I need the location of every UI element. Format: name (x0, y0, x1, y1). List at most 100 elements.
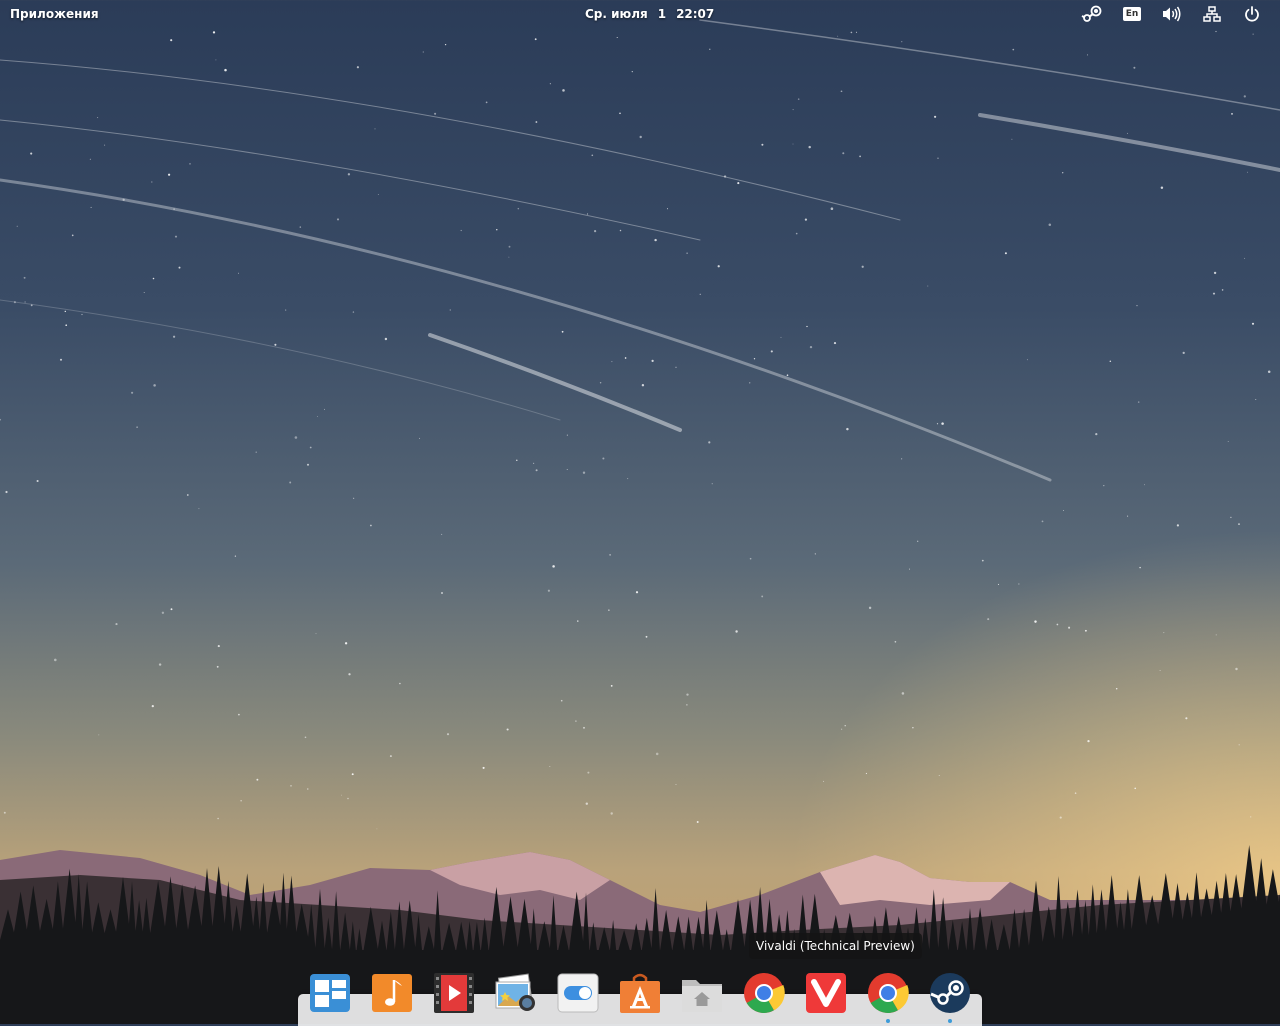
star (1227, 441, 1229, 443)
star (441, 533, 443, 535)
star (422, 51, 424, 53)
star (753, 358, 756, 360)
steam-indicator[interactable] (1072, 3, 1112, 25)
star (699, 293, 701, 295)
star (792, 143, 794, 145)
star (675, 366, 677, 368)
star (517, 207, 520, 210)
star (1056, 623, 1059, 626)
keyboard-layout-indicator[interactable]: En (1112, 3, 1152, 25)
star (316, 415, 318, 417)
star (460, 229, 462, 232)
volume-icon (1163, 6, 1181, 22)
star (1115, 688, 1118, 690)
star (446, 733, 450, 736)
star (667, 208, 668, 210)
star (444, 43, 447, 46)
star (901, 692, 905, 695)
star (830, 207, 834, 210)
star (792, 109, 794, 111)
star (65, 324, 68, 327)
star (399, 682, 401, 685)
star (809, 345, 813, 349)
star (389, 755, 392, 758)
star (981, 559, 984, 562)
star (170, 39, 173, 42)
dock-item-chrome[interactable] (742, 970, 786, 1016)
wallpaper (0, 19, 1280, 1024)
star (619, 112, 621, 115)
star (212, 31, 216, 34)
star (846, 427, 849, 431)
clock-date: 1 (657, 7, 667, 21)
star (749, 382, 751, 384)
dock-item-system-settings[interactable] (556, 970, 600, 1016)
star (709, 48, 711, 50)
star (842, 152, 845, 155)
star (1213, 271, 1217, 275)
star (347, 797, 349, 800)
star (324, 408, 325, 410)
star (353, 497, 355, 499)
star (909, 568, 910, 570)
dock-item-chrome-running[interactable] (866, 970, 910, 1023)
dock-item-files[interactable] (680, 970, 724, 1016)
star (90, 206, 92, 208)
star (217, 645, 220, 648)
star (1250, 816, 1252, 818)
date-time-indicator[interactable]: Ср. июля 1 22:07 (585, 7, 724, 21)
star (215, 59, 217, 61)
vivaldi-icon (806, 973, 846, 1013)
star (347, 173, 351, 176)
star (761, 595, 764, 598)
star (582, 471, 586, 474)
star (635, 591, 639, 594)
star (16, 225, 18, 227)
star (153, 384, 156, 387)
star (651, 359, 654, 363)
session-indicator[interactable] (1232, 3, 1272, 25)
app-center-icon (620, 973, 660, 1013)
star (1074, 792, 1077, 794)
dock-item-steam[interactable] (928, 970, 972, 1023)
star (708, 441, 711, 444)
dock-item-app-center[interactable] (618, 970, 662, 1016)
dock-item-vivaldi[interactable] (804, 970, 848, 1016)
star (255, 451, 257, 453)
dock-tooltip: Vivaldi (Technical Preview) (749, 933, 922, 959)
star (1004, 252, 1007, 255)
star (0, 418, 2, 421)
star (1087, 739, 1090, 743)
star (1215, 634, 1217, 636)
star (868, 606, 872, 610)
star (1244, 257, 1246, 259)
star (285, 309, 287, 311)
star (844, 725, 846, 727)
star (987, 618, 990, 621)
star (937, 157, 939, 159)
star (1238, 523, 1240, 525)
dock-item-multitasking-view[interactable] (308, 970, 352, 1016)
star (152, 277, 155, 280)
star (599, 381, 602, 384)
multitasking-view-icon (310, 974, 350, 1012)
star (1034, 620, 1037, 623)
dock-item-videos[interactable] (432, 970, 476, 1016)
dock-item-music[interactable] (370, 970, 414, 1016)
network-indicator[interactable] (1192, 3, 1232, 25)
star (1163, 632, 1165, 634)
chrome-icon (744, 973, 785, 1013)
star (780, 336, 782, 338)
keyboard-layout-label: En (1122, 7, 1142, 21)
star (591, 154, 594, 157)
star (534, 38, 537, 41)
star (901, 458, 903, 460)
star (619, 229, 622, 232)
star (1235, 667, 1238, 671)
star (131, 391, 134, 394)
dock-item-photos[interactable] (494, 970, 538, 1016)
sound-indicator[interactable] (1152, 3, 1192, 25)
star (749, 557, 752, 560)
star (3, 811, 6, 814)
applications-menu-button[interactable]: Приложения (10, 7, 99, 21)
